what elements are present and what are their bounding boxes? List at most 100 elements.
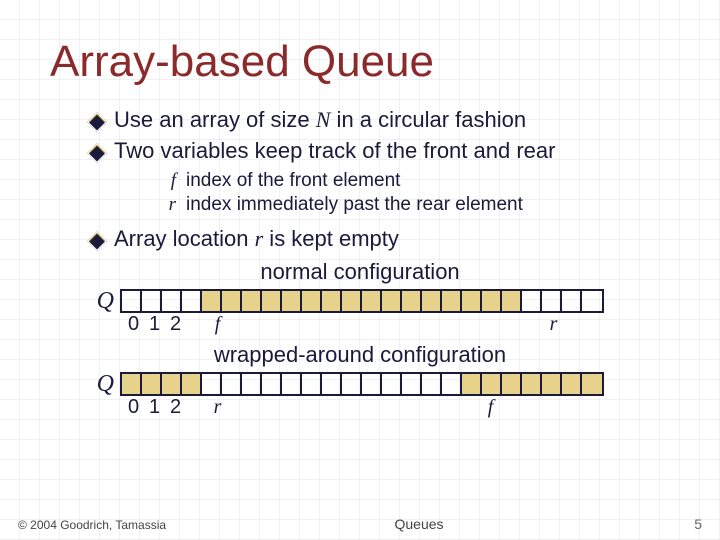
variable-r: r <box>255 226 264 251</box>
marker <box>396 397 417 417</box>
bullet-text: in a circular fashion <box>330 107 526 132</box>
array-cell <box>422 291 442 311</box>
array-cell <box>142 374 162 394</box>
marker <box>375 397 396 417</box>
marker: f <box>480 397 501 417</box>
array-cell <box>462 291 482 311</box>
footer-center: Queues <box>166 516 672 532</box>
array-cell <box>522 374 542 394</box>
marker <box>270 314 291 334</box>
array-cell <box>242 374 262 394</box>
array-cell <box>182 374 202 394</box>
array-bar <box>120 372 604 396</box>
page-title: Array-based Queue <box>50 40 670 84</box>
marker <box>501 314 522 334</box>
marker: 1 <box>144 314 165 334</box>
marker <box>354 397 375 417</box>
marker <box>606 314 627 334</box>
marker <box>417 397 438 417</box>
marker-row: 012fr <box>123 313 630 334</box>
marker <box>522 397 543 417</box>
array-cell <box>442 291 462 311</box>
bullet-item: Use an array of size N in a circular fas… <box>90 106 670 135</box>
variable-n: N <box>316 107 331 132</box>
marker <box>228 314 249 334</box>
array-cell <box>582 291 602 311</box>
marker <box>249 314 270 334</box>
marker-row: 012rf <box>123 396 630 417</box>
diamond-icon <box>87 112 107 132</box>
marker <box>333 397 354 417</box>
array-cell <box>342 291 362 311</box>
marker <box>291 397 312 417</box>
array-cell <box>482 291 502 311</box>
sub-text: index immediately past the rear element <box>186 193 523 217</box>
array-cell <box>422 374 442 394</box>
sub-text: index of the front element <box>186 169 400 193</box>
array-cell <box>222 291 242 311</box>
slide-footer: © 2004 Goodrich, Tamassia Queues 5 <box>0 516 720 532</box>
marker <box>543 397 564 417</box>
marker: r <box>543 314 564 334</box>
marker: 1 <box>144 397 165 417</box>
diagram-caption-wrapped: wrapped-around configuration <box>50 342 670 368</box>
array-cell <box>402 291 422 311</box>
array-label-q: Q <box>90 372 120 396</box>
array-cell <box>242 291 262 311</box>
bullet-text: Two variables keep track of the front an… <box>114 137 555 166</box>
bullet-item: Two variables keep track of the front an… <box>90 137 670 166</box>
marker <box>270 397 291 417</box>
array-cell <box>202 374 222 394</box>
marker <box>396 314 417 334</box>
sub-list: f index of the front element r index imm… <box>158 169 670 217</box>
marker <box>564 397 585 417</box>
marker <box>228 397 249 417</box>
array-cell <box>582 374 602 394</box>
marker <box>459 397 480 417</box>
marker <box>606 397 627 417</box>
array-cell <box>502 374 522 394</box>
array-cell <box>522 291 542 311</box>
marker: 2 <box>165 397 186 417</box>
array-cell <box>282 291 302 311</box>
array-cell <box>262 291 282 311</box>
array-cell <box>442 374 462 394</box>
marker <box>438 397 459 417</box>
array-label-q: Q <box>90 289 120 313</box>
marker <box>291 314 312 334</box>
copyright: © 2004 Goodrich, Tamassia <box>18 518 166 532</box>
page-number: 5 <box>672 516 702 532</box>
bullet-text: is kept empty <box>263 226 399 251</box>
array-cell <box>402 374 422 394</box>
marker <box>354 314 375 334</box>
array-diagram-normal: Q 012fr <box>90 289 630 334</box>
array-cell <box>382 291 402 311</box>
variable-r: r <box>158 193 176 217</box>
array-cell <box>562 291 582 311</box>
array-cell <box>542 291 562 311</box>
marker <box>522 314 543 334</box>
array-cell <box>362 291 382 311</box>
array-cell <box>302 374 322 394</box>
marker <box>459 314 480 334</box>
array-cell <box>282 374 302 394</box>
bullet-item: Array location r is kept empty <box>90 225 670 254</box>
marker <box>186 314 207 334</box>
marker <box>585 314 606 334</box>
diamond-icon <box>87 143 107 163</box>
marker <box>501 397 522 417</box>
marker <box>375 314 396 334</box>
array-cell <box>302 291 322 311</box>
marker <box>438 314 459 334</box>
array-diagram-wrapped: Q 012rf <box>90 372 630 417</box>
array-cell <box>222 374 242 394</box>
array-cell <box>122 291 142 311</box>
variable-f: f <box>158 169 176 193</box>
marker <box>312 397 333 417</box>
array-cell <box>462 374 482 394</box>
array-cell <box>482 374 502 394</box>
array-cell <box>142 291 162 311</box>
sub-item: f index of the front element <box>158 169 670 193</box>
array-cell <box>262 374 282 394</box>
array-cell <box>202 291 222 311</box>
